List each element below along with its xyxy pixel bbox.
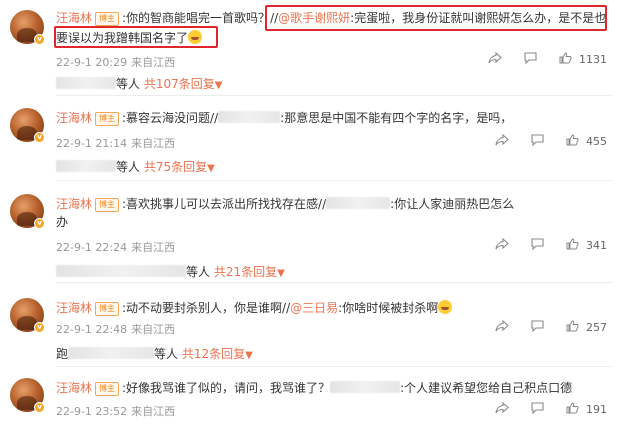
- divider: [56, 180, 613, 181]
- share-icon[interactable]: [494, 237, 509, 253]
- like-count: 341: [586, 238, 607, 252]
- comment-location: 来自江西: [131, 405, 176, 418]
- comment-actions: 191: [494, 401, 607, 417]
- verified-badge-icon: v: [34, 402, 45, 413]
- username-link[interactable]: 汪海林: [56, 11, 92, 25]
- like-icon[interactable]: [566, 402, 579, 417]
- comment-meta: 22-9-1 22:48 来自江西: [56, 321, 175, 337]
- verified-badge-icon: v: [34, 34, 45, 45]
- like-count: 1131: [579, 52, 607, 66]
- comment-time: 22-9-1 22:24: [56, 241, 128, 254]
- comment-location: 来自江西: [131, 137, 176, 150]
- blurred-replier: [56, 160, 116, 172]
- comment-actions: 341: [494, 237, 607, 253]
- verified-badge-icon: v: [34, 322, 45, 333]
- blurred-username: [326, 197, 391, 209]
- comment-icon[interactable]: [530, 134, 544, 149]
- share-icon[interactable]: [487, 51, 502, 67]
- mention-link[interactable]: @三日易: [290, 301, 338, 315]
- reply-summary: 等人 共107条回复▼: [56, 75, 222, 92]
- comment-meta: 22-9-1 21:14 来自江西: [56, 135, 175, 151]
- blurred-username: [218, 111, 281, 123]
- view-replies-link[interactable]: 共21条回复: [214, 265, 277, 279]
- comment-icon[interactable]: [530, 320, 544, 335]
- username-link[interactable]: 汪海林: [56, 197, 92, 211]
- comment-time: 22-9-1 23:52: [56, 405, 128, 418]
- divider: [56, 366, 613, 367]
- comment-icon[interactable]: [530, 238, 544, 253]
- view-replies-link[interactable]: 共75条回复: [144, 160, 207, 174]
- divider: [56, 95, 613, 96]
- comment-text: 汪海林 博主:动不动要封杀别人，你是谁啊//@三日易:你啥时候被封杀啊: [56, 300, 453, 317]
- highlight-box: [54, 26, 218, 48]
- like-count: 191: [586, 402, 607, 416]
- comment-item: v 汪海林 博主:慕容云海没问题//:那意思是中国不能有四个字的名字，是吗， 22…: [0, 100, 621, 181]
- comment-actions: 257: [494, 319, 607, 335]
- comment-meta: 22-9-1 22:24 来自江西: [56, 239, 175, 255]
- comment-location: 来自江西: [131, 323, 176, 336]
- reply-arrow-icon: ▼: [277, 268, 285, 279]
- username-link[interactable]: 汪海林: [56, 381, 92, 395]
- reply-summary: 跑等人 共12条回复▼: [56, 347, 253, 361]
- comment-item: v 汪海林 博主:动不动要封杀别人，你是谁啊//@三日易:你啥时候被封杀啊 22-…: [0, 290, 621, 370]
- comment-meta: 22-9-1 20:29 来自江西: [56, 54, 175, 70]
- reply-arrow-icon: ▼: [207, 163, 215, 174]
- like-icon[interactable]: [566, 238, 579, 253]
- comment-icon[interactable]: [530, 402, 544, 417]
- highlight-box: [265, 5, 607, 31]
- comment-text: 汪海林 博主:好像我骂谁了似的，请问，我骂谁了？:个人建议希望您给自己积点口德: [56, 381, 573, 396]
- like-icon[interactable]: [559, 52, 572, 67]
- view-replies-link[interactable]: 共107条回复: [144, 77, 215, 91]
- comment-actions: 455: [494, 133, 607, 149]
- like-icon[interactable]: [566, 134, 579, 149]
- blurred-username: [330, 381, 401, 393]
- view-replies-link[interactable]: 共12条回复: [182, 347, 245, 361]
- divider: [56, 282, 613, 283]
- comment-item: v 汪海林 博主:喜欢挑事儿可以去派出所找找存在感//:你让人家迪丽热巴怎么 办 …: [0, 186, 621, 283]
- like-count: 257: [586, 320, 607, 334]
- comment-actions: 1131: [487, 51, 607, 67]
- share-icon[interactable]: [494, 319, 509, 335]
- comment-item: v 汪海林 博主:好像我骂谁了似的，请问，我骂谁了？:个人建议希望您给自己积点口德…: [0, 370, 621, 427]
- share-icon[interactable]: [494, 133, 509, 149]
- author-tag: 博主: [95, 382, 120, 396]
- username-link[interactable]: 汪海林: [56, 111, 92, 125]
- verified-badge-icon: v: [34, 132, 45, 143]
- comment-time: 22-9-1 21:14: [56, 137, 128, 150]
- comment-location: 来自江西: [131, 56, 176, 69]
- comment-text-continued: 办: [56, 215, 69, 229]
- emoji-laugh-icon: [438, 300, 453, 314]
- author-tag: 博主: [95, 198, 120, 212]
- comment-time: 22-9-1 22:48: [56, 323, 128, 336]
- like-icon[interactable]: [566, 320, 579, 335]
- comment-meta: 22-9-1 23:52 来自江西: [56, 403, 175, 419]
- author-tag: 博主: [95, 12, 120, 26]
- reply-summary: 等人 共21条回复▼: [56, 263, 285, 280]
- share-icon[interactable]: [494, 401, 509, 417]
- reply-arrow-icon: ▼: [214, 80, 223, 91]
- comment-location: 来自江西: [131, 241, 176, 254]
- author-tag: 博主: [95, 302, 120, 316]
- reply-arrow-icon: ▼: [245, 350, 253, 361]
- blurred-replier: [56, 77, 116, 89]
- username-link[interactable]: 汪海林: [56, 301, 92, 315]
- like-count: 455: [586, 134, 607, 148]
- blurred-replier: [56, 265, 186, 277]
- comment-text: 汪海林 博主:喜欢挑事儿可以去派出所找找存在感//:你让人家迪丽热巴怎么: [56, 197, 515, 212]
- author-tag: 博主: [95, 112, 120, 126]
- blurred-replier: [68, 347, 155, 359]
- comment-text: 汪海林 博主:慕容云海没问题//:那意思是中国不能有四个字的名字，是吗，: [56, 111, 513, 126]
- reply-summary: 等人 共75条回复▼: [56, 158, 215, 175]
- comment-time: 22-9-1 20:29: [56, 56, 128, 69]
- comment-icon[interactable]: [523, 52, 537, 67]
- verified-badge-icon: v: [34, 218, 45, 229]
